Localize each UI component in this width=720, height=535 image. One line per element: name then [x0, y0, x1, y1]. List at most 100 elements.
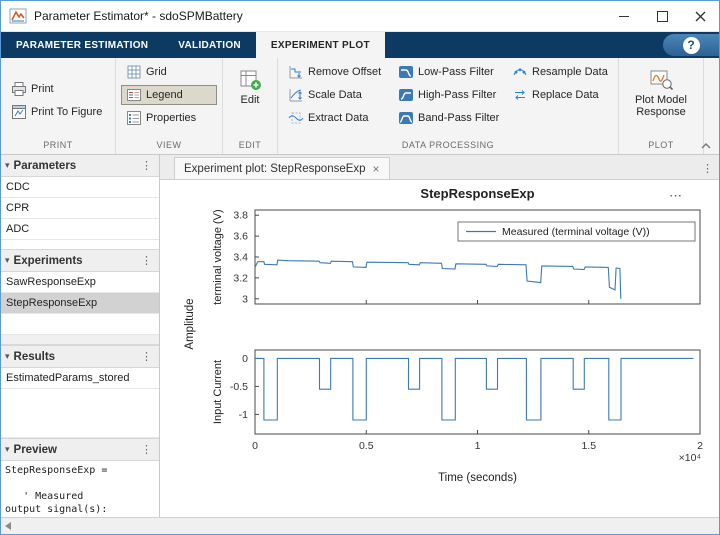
replace-data-label: Replace Data — [532, 89, 599, 101]
low-pass-filter-button[interactable]: Low-Pass Filter — [393, 62, 497, 82]
print-section: Print Print To Figure PRINT — [1, 58, 116, 154]
parameters-panel-header[interactable]: ▾ Parameters ⋮ — [1, 155, 159, 177]
high-pass-filter-button[interactable]: High-Pass Filter — [393, 85, 497, 105]
section-label-plot: PLOT — [624, 138, 698, 154]
collapse-sidebar-icon[interactable] — [5, 522, 11, 530]
parameter-item-adc[interactable]: ADC — [1, 219, 159, 240]
grid-label: Grid — [146, 66, 167, 78]
resample-data-button[interactable]: Resample Data — [507, 62, 607, 82]
svg-text:3.2: 3.2 — [233, 272, 248, 284]
maximize-button[interactable] — [643, 1, 681, 31]
minimize-button[interactable] — [605, 1, 643, 31]
help-button[interactable]: ? — [683, 37, 700, 54]
edit-button[interactable]: Edit — [233, 62, 267, 138]
panel-splitter[interactable] — [1, 335, 159, 345]
svg-text:3.6: 3.6 — [233, 231, 248, 243]
svg-text:3: 3 — [242, 293, 248, 305]
tab-label: VALIDATION — [178, 40, 241, 51]
resample-data-icon — [512, 64, 528, 80]
properties-button[interactable]: Properties — [121, 108, 217, 128]
preview-text: StepResponseExp = ' Measured output sign… — [1, 461, 159, 517]
parameter-label: CPR — [6, 202, 29, 214]
experiment-label: SawResponseExp — [6, 276, 96, 288]
collapse-arrow-icon: ▾ — [5, 351, 10, 362]
remove-offset-label: Remove Offset — [308, 66, 381, 78]
main-area: Experiment plot: StepResponseExp × ⋮ Ste… — [160, 155, 719, 517]
section-label-view: VIEW — [121, 138, 217, 154]
tab-parameter-estimation[interactable]: PARAMETER ESTIMATION — [1, 32, 163, 58]
experiment-plot-tab[interactable]: Experiment plot: StepResponseExp × — [174, 157, 390, 179]
remove-offset-icon — [288, 64, 304, 80]
scale-data-label: Scale Data — [308, 89, 362, 101]
low-pass-filter-label: Low-Pass Filter — [418, 66, 494, 78]
filler — [1, 389, 159, 438]
tab-label: PARAMETER ESTIMATION — [16, 40, 148, 51]
results-menu-icon[interactable]: ⋮ — [138, 350, 155, 363]
parameter-item-cpr[interactable]: CPR — [1, 198, 159, 219]
experiments-panel-header[interactable]: ▾ Experiments ⋮ — [1, 249, 159, 272]
scale-data-button[interactable]: Scale Data — [283, 85, 383, 105]
collapse-arrow-icon: ▾ — [5, 255, 10, 266]
svg-text:1: 1 — [475, 440, 481, 452]
scale-data-icon — [288, 87, 304, 103]
minimize-icon — [619, 16, 629, 17]
experiment-item-sawresponseexp[interactable]: SawResponseExp — [1, 272, 159, 293]
edit-label: Edit — [241, 94, 260, 106]
chart-canvas[interactable]: 33.23.43.63.8Measured (terminal voltage … — [160, 180, 719, 500]
svg-text:0: 0 — [242, 353, 248, 365]
ribbon-spacer — [385, 32, 663, 58]
legend-button[interactable]: Legend — [121, 85, 217, 105]
content-area: ▾ Parameters ⋮ CDC CPR ADC ▾ Experiments… — [1, 155, 719, 517]
results-panel-title: Results — [14, 351, 134, 363]
toolstrip: Print Print To Figure PRINT Grid Legend — [1, 58, 719, 155]
svg-text:-0.5: -0.5 — [230, 381, 248, 393]
experiments-menu-icon[interactable]: ⋮ — [138, 254, 155, 267]
parameter-item-cdc[interactable]: CDC — [1, 177, 159, 198]
replace-data-button[interactable]: Replace Data — [507, 85, 607, 105]
extract-data-button[interactable]: Extract Data — [283, 108, 383, 128]
filler — [1, 240, 159, 249]
help-area: ? — [663, 34, 719, 56]
preview-panel-header[interactable]: ▾ Preview ⋮ — [1, 438, 159, 461]
grid-button[interactable]: Grid — [121, 62, 217, 82]
print-to-figure-button[interactable]: Print To Figure — [6, 102, 110, 122]
band-pass-filter-icon — [398, 110, 414, 126]
print-to-figure-label: Print To Figure — [31, 106, 102, 118]
results-panel-header[interactable]: ▾ Results ⋮ — [1, 345, 159, 368]
plot-model-response-button[interactable]: Plot Model Response — [627, 62, 695, 138]
tab-experiment-plot[interactable]: EXPERIMENT PLOT — [256, 32, 385, 58]
parameters-panel-title: Parameters — [14, 160, 134, 172]
tab-validation[interactable]: VALIDATION — [163, 32, 256, 58]
status-bar — [1, 517, 719, 534]
low-pass-filter-icon — [398, 64, 414, 80]
experiment-item-empty — [1, 314, 159, 335]
collapse-arrow-icon: ▾ — [5, 160, 10, 171]
svg-text:0.5: 0.5 — [359, 440, 374, 452]
app-window: Parameter Estimator* - sdoSPMBattery PAR… — [0, 0, 720, 535]
preview-panel-title: Preview — [14, 444, 134, 456]
section-label-data-processing: DATA PROCESSING — [283, 138, 613, 154]
window-title: Parameter Estimator* - sdoSPMBattery — [34, 9, 605, 23]
legend-icon — [126, 87, 142, 103]
collapse-toolstrip-icon[interactable] — [699, 139, 713, 151]
parameters-menu-icon[interactable]: ⋮ — [138, 159, 155, 172]
title-bar: Parameter Estimator* - sdoSPMBattery — [1, 1, 719, 32]
experiment-item-stepresponseexp[interactable]: StepResponseExp — [1, 293, 159, 314]
preview-menu-icon[interactable]: ⋮ — [138, 443, 155, 456]
print-button[interactable]: Print — [6, 79, 110, 99]
svg-text:0: 0 — [252, 440, 258, 452]
tab-label: EXPERIMENT PLOT — [271, 40, 370, 51]
tab-bar-menu-icon[interactable]: ⋮ — [702, 162, 719, 179]
print-label: Print — [31, 83, 54, 95]
properties-label: Properties — [146, 112, 196, 124]
high-pass-filter-icon — [398, 87, 414, 103]
close-button[interactable] — [681, 1, 719, 31]
remove-offset-button[interactable]: Remove Offset — [283, 62, 383, 82]
band-pass-filter-button[interactable]: Band-Pass Filter — [393, 108, 497, 128]
result-item-estimatedparams[interactable]: EstimatedParams_stored — [1, 368, 159, 389]
edit-section: Edit EDIT — [223, 58, 278, 154]
svg-text:1.5: 1.5 — [581, 440, 596, 452]
extract-data-label: Extract Data — [308, 112, 369, 124]
experiment-label: StepResponseExp — [6, 297, 97, 309]
tab-close-icon[interactable]: × — [373, 162, 380, 176]
